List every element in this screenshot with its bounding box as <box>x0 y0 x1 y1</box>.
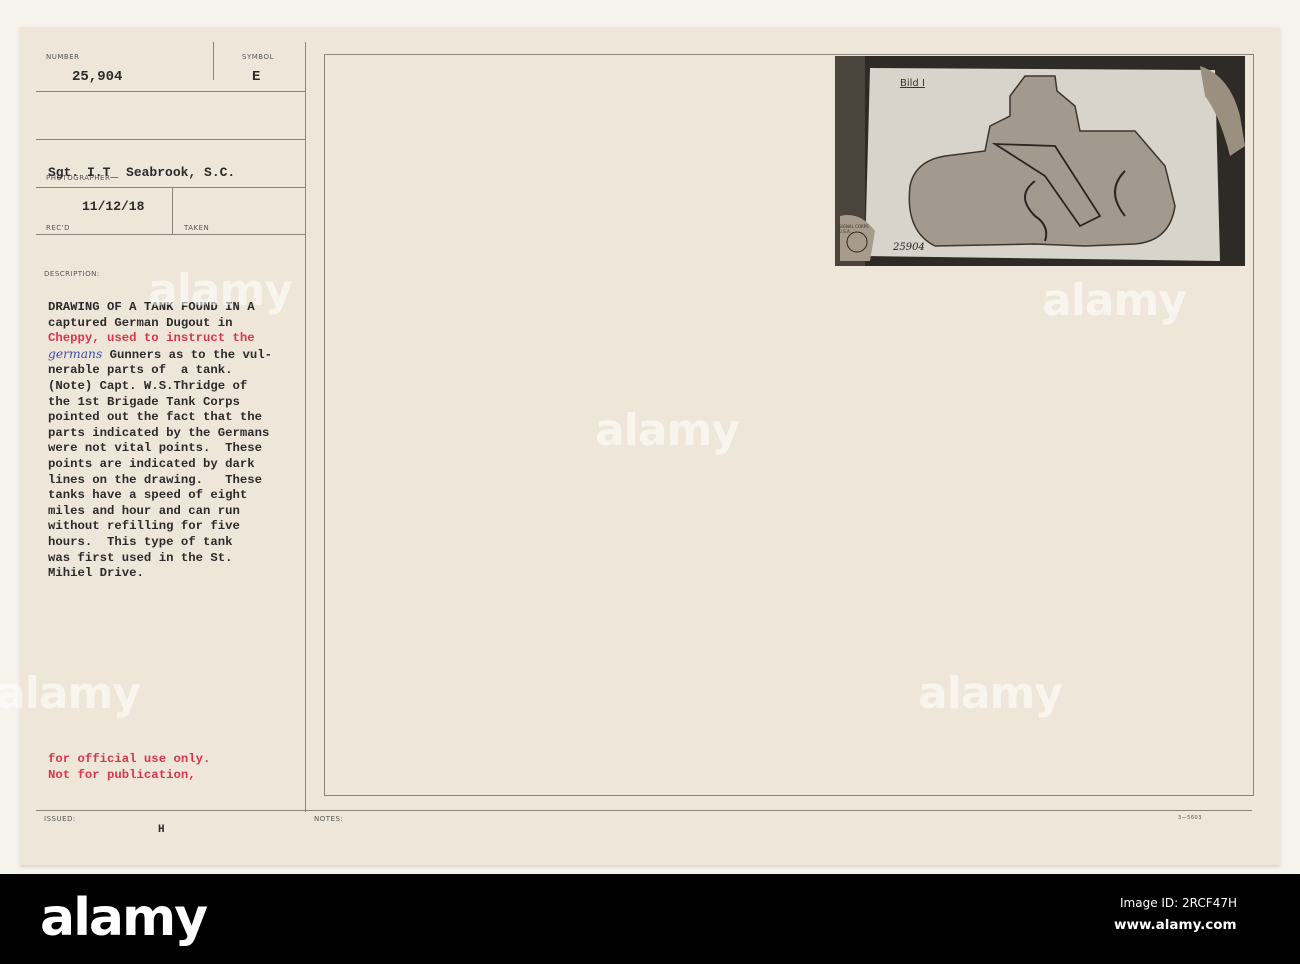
drawing-caption: Bild I <box>900 78 925 89</box>
alamy-url[interactable]: www.alamy.com <box>1114 917 1237 933</box>
form-number: 3—5603 <box>1178 815 1202 821</box>
tank-drawing-photo: Bild I SIGNAL CORPS U.S.A. 25904 <box>835 56 1245 266</box>
description-line: Mihiel Drive. <box>48 566 144 581</box>
restriction-line: for official use only. <box>48 752 211 766</box>
watermark: alamy <box>918 668 1063 719</box>
description-line: Cheppy, used to instruct the <box>48 331 255 346</box>
description-line: (Note) Capt. W.S.Thridge of <box>48 378 248 393</box>
divider <box>36 234 306 235</box>
description-line: were not vital points. These <box>48 441 263 456</box>
description-line: Gunners as to the vul- <box>102 347 272 362</box>
watermark: alamy <box>595 405 740 456</box>
record-number: 25,904 <box>72 69 123 85</box>
photo-number: 25904 <box>893 242 925 253</box>
watermark: alamy <box>1042 275 1187 326</box>
description-line: captured German Dugout in <box>48 315 233 330</box>
divider <box>36 91 306 92</box>
symbol-label: SYMBOL <box>242 53 274 61</box>
signal-corps-stamp: SIGNAL CORPS U.S.A. <box>839 224 869 234</box>
description-line: the 1st Brigade Tank Corps <box>48 394 240 409</box>
restriction-notice: for official use only. Not for publicati… <box>48 752 210 783</box>
description-line: was first used in the St. <box>48 550 233 565</box>
photo-image <box>835 56 1245 266</box>
divider <box>213 42 214 80</box>
description-line: lines on the drawing. These <box>48 472 263 487</box>
symbol-value: E <box>252 69 261 85</box>
notes-label: NOTES: <box>314 815 344 823</box>
issued-label: ISSUED: <box>44 815 76 823</box>
description-line: pointed out the fact that the <box>48 410 263 425</box>
description-line: tanks have a speed of eight <box>48 488 248 503</box>
taken-label: TAKEN <box>184 224 210 232</box>
photographer-name: Sgt. I.T_ Seabrook, S.C. <box>48 165 236 180</box>
divider <box>36 187 306 188</box>
alamy-logo: alamy <box>40 888 208 948</box>
watermark: alamy <box>0 668 141 719</box>
received-date: 11/12/18 <box>82 199 145 214</box>
watermark: alamy <box>148 265 293 316</box>
description-text: DRAWING OF A TANK FOUND IN A captured Ge… <box>48 300 272 582</box>
divider <box>36 139 306 140</box>
handwritten-correction: germans <box>48 346 103 361</box>
restriction-line: Not for publication, <box>48 767 196 782</box>
footer-bar: alamy Image ID: 2RCF47H www.alamy.com <box>0 874 1300 964</box>
image-id: Image ID: 2RCF47H <box>1120 896 1237 910</box>
recd-label: REC'D <box>46 224 70 232</box>
divider <box>36 810 1252 811</box>
divider <box>172 187 173 234</box>
description-line: miles and hour and can run <box>48 503 240 518</box>
divider <box>305 42 306 812</box>
description-line: nerable parts of a tank. <box>48 363 233 378</box>
description-line: parts indicated by the Germans <box>48 425 270 440</box>
description-line: points are indicated by dark <box>48 456 255 471</box>
issued-mark: H <box>158 824 165 836</box>
description-label: DESCRIPTION: <box>44 270 100 278</box>
description-line: without refilling for five <box>48 519 240 534</box>
number-label: NUMBER <box>46 53 80 61</box>
description-line: hours. This type of tank <box>48 534 233 549</box>
